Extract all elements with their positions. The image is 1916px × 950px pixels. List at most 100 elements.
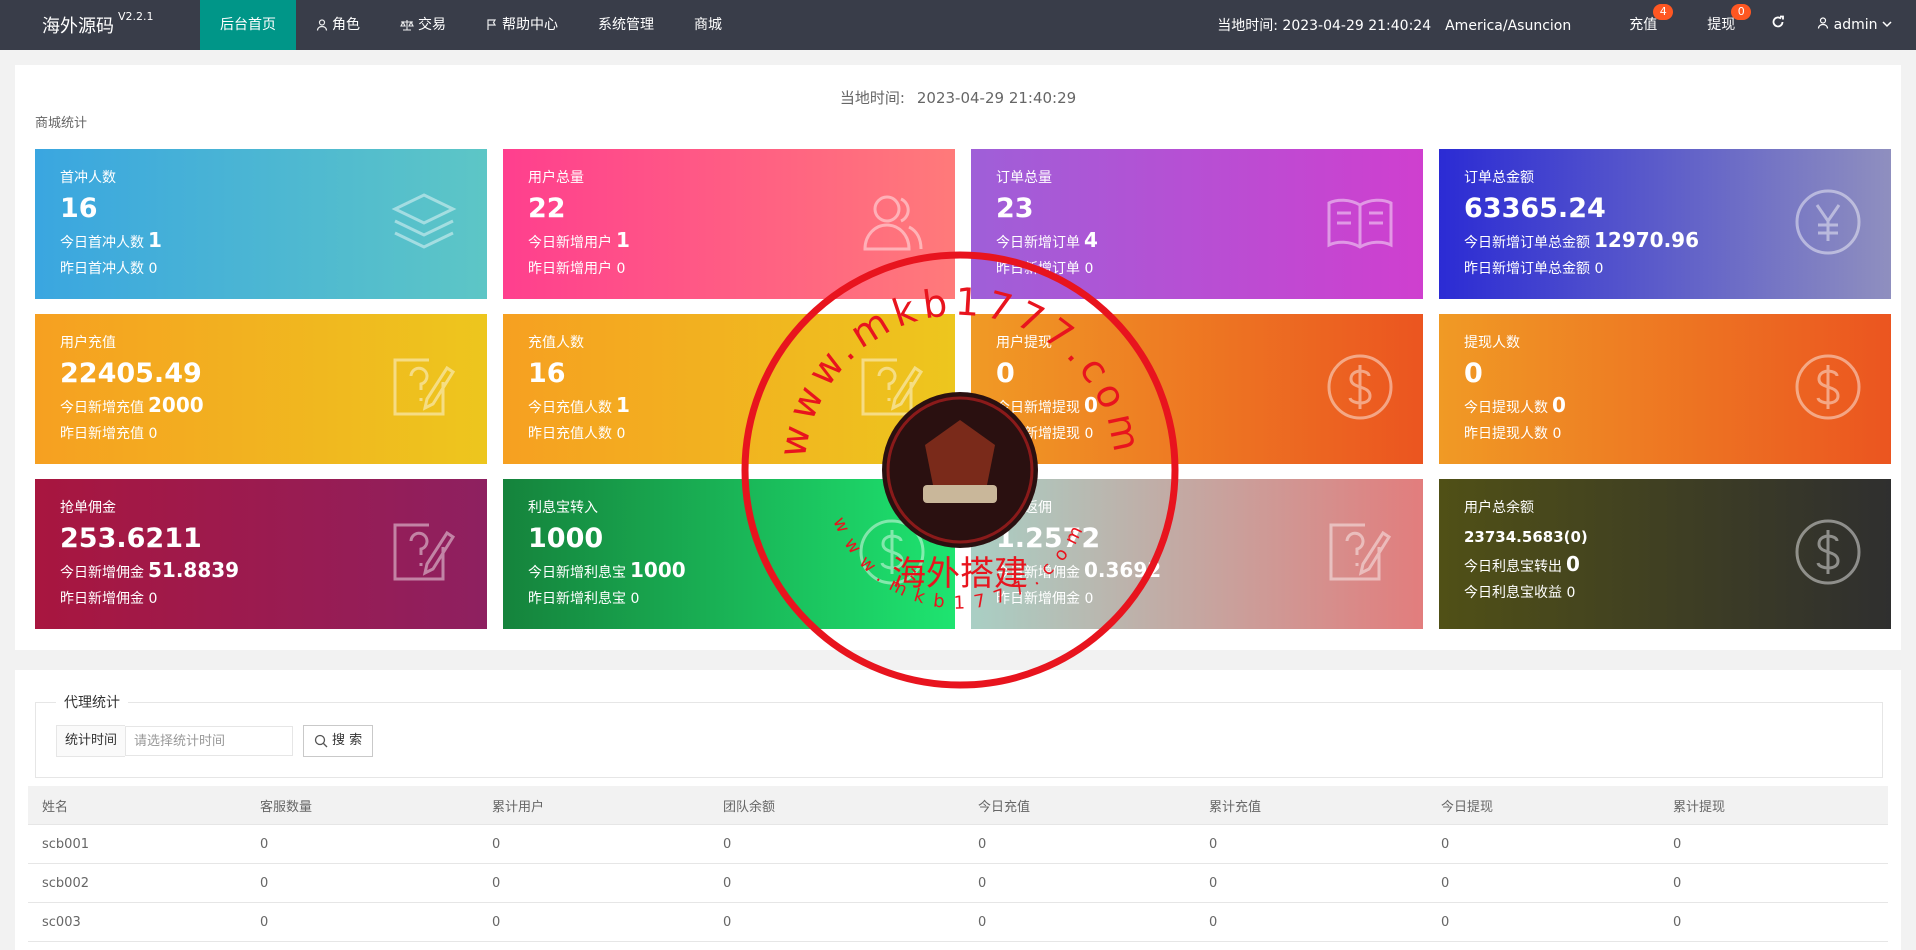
nav-trade[interactable]: 交易 xyxy=(380,0,466,50)
header-right: 当地时间: 2023-04-29 21:40:24 America/Asuncio… xyxy=(1217,0,1916,50)
nav-roles-label: 角色 xyxy=(332,17,360,33)
nav-system-label: 系统管理 xyxy=(598,17,654,33)
layers-icon xyxy=(391,193,457,249)
search-button[interactable]: 搜 索 xyxy=(303,725,374,757)
stat-card: 抢单佣金 253.6211 今日新增佣金 51.8839 昨日新增佣金 0 xyxy=(35,479,487,629)
table-cell: 0 xyxy=(1441,914,1450,930)
table-cell: sc003 xyxy=(42,914,81,930)
stat-today-label: 今日新增佣金 xyxy=(60,565,144,581)
refresh-icon xyxy=(1772,15,1785,28)
column-header[interactable]: 累计用户 xyxy=(478,796,709,815)
nav-mall[interactable]: 商城 xyxy=(674,0,742,50)
nav-mall-label: 商城 xyxy=(694,17,722,33)
stat-time-label: 统计时间 xyxy=(56,725,126,757)
chevron-down-icon xyxy=(1882,21,1892,28)
stat-card-yesterday: 昨日新增充值 0 xyxy=(60,426,158,442)
header-local-time: 当地时间: 2023-04-29 21:40:24 America/Asuncio… xyxy=(1217,15,1571,35)
column-header[interactable]: 姓名 xyxy=(28,796,246,815)
stat-card-yesterday: 昨日提现人数 0 xyxy=(1464,426,1562,442)
agent-stats-legend: 代理统计 xyxy=(56,692,128,712)
column-header[interactable]: 团队余额 xyxy=(709,796,964,815)
table-cell: 0 xyxy=(978,914,987,930)
nav-help[interactable]: 帮助中心 xyxy=(466,0,578,50)
table-cell: 0 xyxy=(260,914,269,930)
logo[interactable]: 海外源码 V2.2.1 xyxy=(42,10,154,38)
stat-card-title: 用户充值 xyxy=(60,335,116,351)
stat-card-title: 用户总余额 xyxy=(1464,500,1534,516)
stat-card-yesterday: 昨日新增用户 0 xyxy=(528,261,626,277)
nav-system[interactable]: 系统管理 xyxy=(578,0,674,50)
stat-today-label: 今日利息宝转出 xyxy=(1464,559,1562,575)
top-navbar: 海外源码 V2.2.1 后台首页 角色 交易 帮助中心 系统管理 商城 当地时间:… xyxy=(0,0,1916,50)
column-header[interactable]: 今日充值 xyxy=(964,796,1195,815)
stat-card-title: 订单总量 xyxy=(996,170,1052,186)
column-header[interactable]: 累计提现 xyxy=(1659,796,1888,815)
stat-card-yesterday: 昨日新增订单 0 xyxy=(996,261,1094,277)
user-menu[interactable]: admin xyxy=(1801,0,1916,50)
version-label: V2.2.1 xyxy=(118,10,154,23)
stat-today-value: 1 xyxy=(616,228,630,252)
stat-card: 下级返佣 1.2572 今日新增佣金 0.3692 昨日新增佣金 0 xyxy=(971,479,1423,629)
timezone-text: America/Asuncion xyxy=(1445,18,1572,34)
table-cell: 0 xyxy=(978,875,987,891)
stats-time-label: 当地时间: xyxy=(839,89,905,107)
stat-today-label: 今日新增佣金 xyxy=(996,565,1080,581)
stat-today-value: 0 xyxy=(1084,393,1098,417)
column-header[interactable]: 累计充值 xyxy=(1195,796,1427,815)
table-cell: 0 xyxy=(1673,875,1682,891)
mall-stats-label: 商城统计 xyxy=(35,116,88,131)
stat-card-title: 用户总量 xyxy=(528,170,584,186)
stat-card-yesterday: 昨日新增佣金 0 xyxy=(996,591,1094,607)
stats-card-grid: 首冲人数 16 今日首冲人数 1 昨日首冲人数 0 用户总量 22 今日新增用户 1… xyxy=(35,149,1891,629)
table-cell: 0 xyxy=(1209,875,1218,891)
table-row[interactable]: sc003 0 0 0 0 0 0 0 xyxy=(28,903,1888,942)
stat-time-input[interactable]: 请选择统计时间 xyxy=(125,726,294,756)
agent-table: 姓名 客服数量 累计用户 团队余额 今日充值 累计充值 今日提现 累计提现 scb001 0 0 0 0… xyxy=(28,786,1888,942)
nav-home-label: 后台首页 xyxy=(220,17,276,33)
search-label: 搜 索 xyxy=(332,733,363,748)
stat-card-title: 提现人数 xyxy=(1464,335,1520,351)
stat-today-label: 今日新增提现 xyxy=(996,400,1080,416)
stat-today-value: 2000 xyxy=(148,393,204,417)
recharge-button[interactable]: 充值 4 xyxy=(1613,0,1674,50)
stat-card: 用户提现 0 今日新增提现 0 昨日新增提现 0 xyxy=(971,314,1423,464)
nav-roles[interactable]: 角色 xyxy=(296,0,380,50)
table-cell: 0 xyxy=(492,836,501,852)
refresh-button[interactable] xyxy=(1755,0,1801,50)
stat-card-title: 利息宝转入 xyxy=(528,500,598,516)
withdraw-label: 提现 xyxy=(1707,17,1736,33)
table-cell: 0 xyxy=(260,875,269,891)
edit-question-icon xyxy=(393,523,456,581)
stat-card: 充值人数 16 今日充值人数 1 昨日充值人数 0 xyxy=(503,314,955,464)
stat-card: 用户总量 22 今日新增用户 1 昨日新增用户 0 xyxy=(503,149,955,299)
stat-today-value: 4 xyxy=(1084,228,1098,252)
column-header[interactable]: 今日提现 xyxy=(1427,796,1659,815)
withdraw-button[interactable]: 提现 0 xyxy=(1691,0,1752,50)
table-cell: 0 xyxy=(978,836,987,852)
stat-card: 用户总余额 23734.5683(0) 今日利息宝转出 0 今日利息宝收益 0 xyxy=(1439,479,1891,629)
stats-panel: 当地时间: 2023-04-29 21:40:29 商城统计 首冲人数 16 今日… xyxy=(15,65,1901,650)
column-header[interactable]: 客服数量 xyxy=(246,796,478,815)
agent-stats-panel: 代理统计 统计时间 请选择统计时间 搜 索 姓名 客服数量 累计用户 团队余额 今日充值… xyxy=(15,670,1901,950)
stat-today-value: 1 xyxy=(148,228,162,252)
stat-today-label: 今日首冲人数 xyxy=(60,235,144,251)
table-cell: 0 xyxy=(1441,836,1450,852)
table-cell: 0 xyxy=(723,914,732,930)
table-cell: 0 xyxy=(1673,914,1682,930)
table-row[interactable]: scb001 0 0 0 0 0 0 0 xyxy=(28,825,1888,864)
nav-home[interactable]: 后台首页 xyxy=(200,0,296,50)
table-cell: scb002 xyxy=(42,875,89,891)
stat-today-label: 今日提现人数 xyxy=(1464,400,1548,416)
scale-icon xyxy=(400,20,414,31)
local-time-text: 当地时间: 2023-04-29 21:40:24 xyxy=(1217,18,1432,34)
stat-card-yesterday: 昨日首冲人数 0 xyxy=(60,261,158,277)
stat-card-title: 订单总金额 xyxy=(1464,170,1534,186)
main-nav: 后台首页 角色 交易 帮助中心 系统管理 商城 xyxy=(200,0,742,50)
table-row[interactable]: scb002 0 0 0 0 0 0 0 xyxy=(28,864,1888,903)
table-cell: 0 xyxy=(492,914,501,930)
table-cell: scb001 xyxy=(42,836,89,852)
stat-card-yesterday: 昨日新增订单总金额 0 xyxy=(1464,261,1604,277)
stat-today-value: 1000 xyxy=(630,558,686,582)
search-icon xyxy=(314,734,328,748)
stat-today-label: 今日新增充值 xyxy=(60,400,144,416)
